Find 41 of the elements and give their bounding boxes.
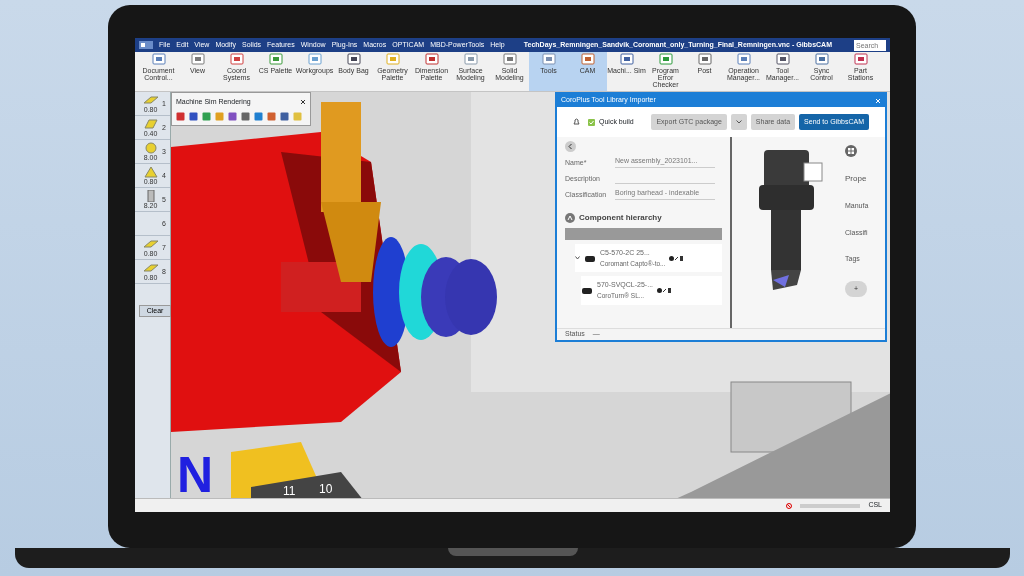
progress-track bbox=[800, 503, 861, 508]
toolbar-glyph-icon bbox=[268, 53, 283, 65]
toolbar-glyph-icon bbox=[463, 53, 478, 65]
toolbar-glyph-icon bbox=[853, 53, 868, 65]
bell-icon bbox=[573, 118, 580, 126]
tool-thumbnail-icon bbox=[581, 285, 593, 295]
back-icon[interactable] bbox=[565, 141, 576, 152]
toolbar-glyph-icon bbox=[697, 53, 712, 65]
toolbar-glyph-icon bbox=[307, 53, 322, 65]
chevron-down-icon[interactable] bbox=[575, 256, 580, 261]
toolbar-glyph-icon bbox=[151, 53, 166, 65]
insert-icon bbox=[141, 238, 160, 250]
no-entry-icon bbox=[786, 502, 793, 509]
toolbar-glyph-icon bbox=[541, 53, 556, 65]
toolbar-glyph-icon bbox=[619, 53, 634, 65]
toolbar-glyph-icon bbox=[580, 53, 595, 65]
toolbar-glyph-icon bbox=[814, 53, 829, 65]
action-icons-drawing bbox=[669, 255, 686, 261]
section-title: Component hierarchy bbox=[579, 212, 662, 224]
toolbar-glyph-icon bbox=[190, 53, 205, 65]
insert-icon bbox=[141, 166, 160, 178]
toolbar-glyph-icon bbox=[346, 53, 361, 65]
insert-icon bbox=[141, 94, 160, 106]
app-logo-icon bbox=[139, 41, 153, 49]
insert-icon bbox=[141, 118, 160, 130]
toolbar-glyph-icon bbox=[736, 53, 751, 65]
tool-thumbnail-icon bbox=[584, 253, 596, 263]
close-icon[interactable] bbox=[300, 99, 306, 106]
action-icons-drawing bbox=[657, 287, 674, 293]
checkbox-icon[interactable] bbox=[588, 118, 595, 126]
panel-heading: Prope bbox=[845, 173, 868, 185]
insert-icon bbox=[141, 262, 160, 274]
toolbar-glyph-icon bbox=[424, 53, 439, 65]
hierarchy-icon bbox=[565, 213, 575, 223]
grid-icon[interactable] bbox=[845, 145, 857, 157]
toolbar-glyph-icon bbox=[658, 53, 673, 65]
toolbar-glyph-icon bbox=[385, 53, 400, 65]
caret-icon bbox=[735, 120, 742, 124]
toolbar-glyph-icon bbox=[775, 53, 790, 65]
toolbar-glyph-icon bbox=[229, 53, 244, 65]
toolbar-glyph-icon bbox=[502, 53, 517, 65]
